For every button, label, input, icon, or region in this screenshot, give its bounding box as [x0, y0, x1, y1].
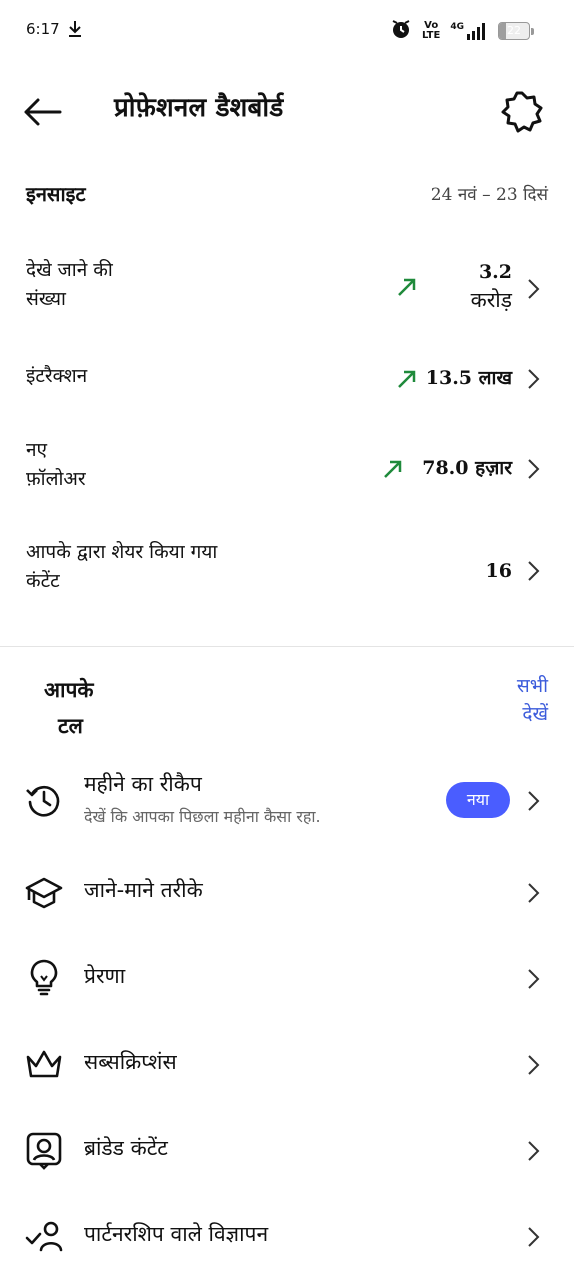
page-title: प्रोफ़ेशनल डैशबोर्ड	[114, 93, 284, 123]
trend-up-icon	[396, 368, 418, 394]
settings-button[interactable]	[500, 90, 544, 134]
branded-content-icon	[24, 1130, 64, 1170]
see-all-link[interactable]: सभी देखें	[517, 672, 548, 728]
tool-label-partnership-ads: पार्टनरशिप वाले विज्ञापन	[84, 1222, 269, 1246]
metric-label-shared-line1: आपके द्वारा शेयर किया गया	[26, 541, 218, 563]
metric-label-followers-line2: फ़ॉलोअर	[26, 468, 86, 490]
trend-up-icon	[382, 458, 404, 484]
gear-icon	[501, 91, 543, 133]
tool-label-branded-content: ब्रांडेड कंटेंट	[84, 1136, 168, 1160]
volte-indicator: Vo LTE	[422, 21, 440, 41]
chevron-right-icon	[526, 882, 540, 908]
volte-bottom: LTE	[421, 30, 441, 41]
history-icon	[24, 780, 64, 820]
chevron-right-icon	[526, 1054, 540, 1080]
metric-value-shared-content: 16	[485, 560, 512, 582]
metric-label-interactions: इंटरैक्शन	[26, 365, 88, 387]
signal-type-label: 4G	[450, 22, 464, 32]
metric-label-followers-line1: नए	[26, 439, 48, 461]
metric-label-followers: नए फ़ॉलोअर	[26, 436, 86, 494]
tools-title-line1: आपके	[44, 678, 94, 702]
chevron-right-icon	[526, 790, 540, 816]
signal-icon: 4G	[450, 22, 488, 40]
tool-label-best-practices: जाने-माने तरीके	[84, 878, 203, 902]
section-divider	[0, 646, 574, 647]
see-all-line1: सभी	[516, 675, 548, 697]
metric-label-shared-content: आपके द्वारा शेयर किया गया कंटेंट	[26, 538, 217, 596]
new-badge: नया	[446, 782, 510, 818]
chevron-right-icon	[526, 1226, 540, 1252]
status-time: 6:17	[26, 20, 60, 38]
chevron-right-icon	[526, 560, 540, 586]
metric-value-views-line2: करोड़	[470, 288, 512, 312]
chevron-right-icon	[526, 278, 540, 304]
tool-label-monthly-recap: महीने का रीकैप	[84, 772, 202, 796]
tool-label-inspiration: प्रेरणा	[84, 964, 126, 988]
chevron-right-icon	[526, 368, 540, 394]
lightbulb-icon	[24, 956, 64, 996]
metric-label-views-line1: देखे जाने की	[26, 259, 113, 281]
crown-icon	[24, 1044, 64, 1084]
back-button[interactable]	[20, 90, 70, 134]
see-all-line2: देखें	[522, 703, 548, 725]
metric-label-views-line2: संख्या	[26, 288, 66, 310]
chevron-right-icon	[526, 458, 540, 484]
battery-level: 22	[507, 24, 521, 37]
trend-up-icon	[396, 276, 418, 302]
metric-label-views: देखे जाने की संख्या	[26, 256, 113, 314]
metric-value-followers: 78.0 हज़ार	[422, 457, 512, 479]
back-arrow-icon	[24, 98, 62, 126]
alarm-icon	[390, 18, 412, 44]
metric-value-interactions: 13.5 लाख	[425, 367, 512, 389]
metric-value-views: 3.2 करोड़	[471, 258, 512, 314]
insights-title: इनसाइट	[26, 182, 86, 206]
date-range: 24 नवं – 23 दिसं	[430, 185, 548, 205]
partnership-icon	[24, 1216, 64, 1256]
tool-subtitle-monthly-recap: देखें कि आपका पिछला महीना कैसा रहा.	[84, 807, 321, 826]
status-icons: Vo LTE 4G 22	[390, 18, 534, 44]
graduation-cap-icon	[24, 872, 64, 912]
chevron-right-icon	[526, 1140, 540, 1166]
download-icon	[68, 20, 82, 42]
metric-value-views-line1: 3.2	[478, 261, 512, 283]
tools-title-line2: टल	[58, 714, 83, 738]
tool-label-subscriptions: सब्सक्रिप्शंस	[84, 1050, 177, 1074]
tools-title: आपके टल	[44, 672, 94, 744]
chevron-right-icon	[526, 968, 540, 994]
metric-label-shared-line2: कंटेंट	[26, 570, 60, 592]
battery-icon: 22	[498, 22, 534, 40]
